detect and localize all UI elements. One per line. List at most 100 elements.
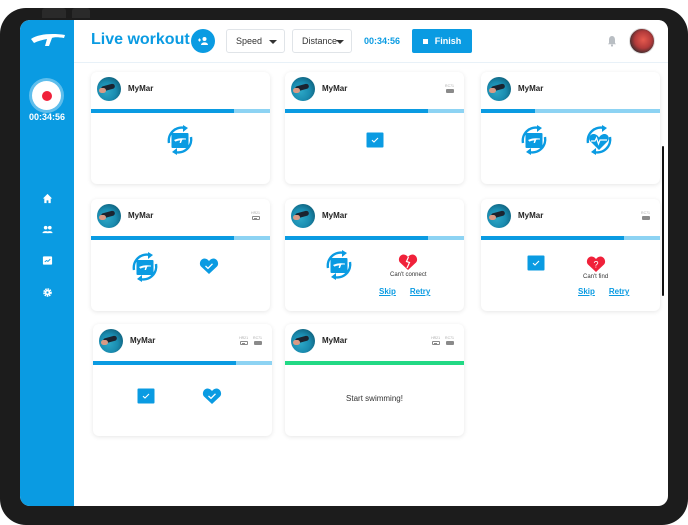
sidebar-item-workouts[interactable]: [39, 252, 55, 268]
device-battery: HR21: [251, 211, 260, 220]
card-header: MyMar HR21 RC71: [285, 324, 464, 357]
card-actions: Skip Retry: [379, 287, 430, 296]
card-body: [91, 113, 270, 184]
sidebar-item-settings[interactable]: [39, 284, 55, 300]
device-connected-icon: [527, 255, 545, 271]
device-label: HR21: [251, 211, 260, 215]
card-header: MyMar: [285, 199, 464, 232]
athlete-name: MyMar: [322, 211, 348, 220]
sync-device-icon: [326, 250, 352, 280]
device-button: [72, 8, 90, 18]
device-battery: HR21: [431, 336, 440, 345]
athlete-card[interactable]: MyMar: [481, 72, 660, 184]
sync-heart-status: [581, 123, 617, 159]
athlete-name: MyMar: [322, 336, 348, 345]
device-status-group: RC71: [641, 211, 650, 220]
card-body: Start swimming!: [285, 365, 464, 436]
device-label: RC71: [445, 84, 454, 88]
sync-heart-icon: [586, 125, 612, 155]
workout-timer: 00:34:56: [364, 36, 401, 46]
athlete-name: MyMar: [130, 336, 156, 345]
athlete-avatar: [291, 329, 315, 353]
device-connected-icon: [137, 388, 155, 404]
sync-device-icon: [167, 125, 193, 155]
device-status-group: HR21: [251, 211, 260, 220]
athlete-avatar: [97, 204, 121, 228]
card-body: [91, 240, 270, 311]
user-avatar[interactable]: [629, 28, 655, 54]
finish-button[interactable]: Finish: [412, 29, 472, 53]
sidebar-timer: 00:34:56: [28, 112, 66, 122]
device-battery: HR21: [239, 336, 248, 345]
device-connected-icon: [366, 132, 384, 148]
brand-logo-icon[interactable]: [28, 30, 68, 50]
athlete-card[interactable]: MyMar: [91, 72, 270, 184]
card-header: MyMar HR21 RC71: [93, 324, 272, 357]
stop-icon: [422, 38, 428, 44]
athlete-avatar: [291, 204, 315, 228]
athlete-card[interactable]: MyMar Can't connect Skip Retry: [285, 199, 464, 311]
heart-unknown-icon: ?: [586, 256, 605, 272]
heart-broken-status: Can't connect: [390, 253, 427, 278]
retry-link[interactable]: Retry: [410, 287, 430, 296]
card-header: MyMar RC71: [481, 199, 660, 232]
heart-connected-icon: [199, 258, 219, 274]
toolbar: Live workout Speed Distance 00:34:56 Fin…: [74, 20, 668, 63]
card-actions: Skip Retry: [578, 287, 629, 296]
sync-device-status: [162, 123, 198, 159]
device-status-group: HR21 RC71: [239, 336, 262, 345]
finish-label: Finish: [434, 36, 462, 46]
metric-select-speed[interactable]: Speed: [226, 29, 285, 53]
add-user-button[interactable]: [191, 29, 215, 53]
skip-link[interactable]: Skip: [578, 287, 595, 296]
chart-icon: [42, 255, 52, 265]
gear-icon: [42, 287, 52, 297]
sync-device-icon: [132, 252, 158, 282]
retry-link[interactable]: Retry: [609, 287, 629, 296]
device-status-group: HR21 RC71: [431, 336, 454, 345]
card-body: Can't connect Skip Retry: [285, 240, 464, 311]
app-screen: 00:34:56 Live workout Speed Distance 00:…: [20, 20, 668, 506]
svg-text:?: ?: [593, 260, 598, 270]
athlete-card[interactable]: MyMar RC71 ? Can't find Skip Retry: [481, 199, 660, 311]
sidebar-item-users[interactable]: [39, 221, 55, 237]
device-battery: RC71: [445, 336, 454, 345]
athlete-card[interactable]: MyMar HR21 RC71: [93, 324, 272, 436]
users-icon: [41, 225, 53, 233]
athlete-avatar: [97, 77, 121, 101]
record-button[interactable]: [32, 81, 61, 110]
device-label: HR21: [239, 336, 249, 340]
sync-device-icon: [521, 125, 547, 155]
card-header: MyMar: [481, 72, 660, 105]
metric-select-value: Distance: [302, 36, 338, 46]
metric-select-distance[interactable]: Distance: [292, 29, 352, 53]
athlete-grid: MyMar MyMar RC71 MyMar MyMar HR21 MyMar C…: [74, 64, 668, 506]
athlete-avatar: [291, 77, 315, 101]
device-label: HR21: [431, 336, 441, 340]
skip-link[interactable]: Skip: [379, 287, 396, 296]
device-button: [42, 8, 66, 18]
sync-device-status: [127, 250, 163, 286]
device-battery: RC71: [641, 211, 650, 220]
card-body: [93, 365, 272, 436]
athlete-avatar: [487, 204, 511, 228]
battery-icon: [239, 341, 248, 345]
battery-icon: [253, 341, 262, 345]
device-battery: RC71: [445, 84, 454, 93]
athlete-name: MyMar: [518, 211, 544, 220]
card-header: MyMar RC71: [285, 72, 464, 105]
heart-connected-status: [202, 387, 222, 405]
heart-broken-icon: [399, 254, 418, 270]
page-title: Live workout: [91, 31, 190, 48]
sidebar-item-home[interactable]: [39, 190, 55, 206]
athlete-card[interactable]: MyMar RC71: [285, 72, 464, 184]
scrollbar[interactable]: [662, 146, 664, 296]
athlete-name: MyMar: [518, 84, 544, 93]
athlete-name: MyMar: [322, 84, 348, 93]
athlete-card[interactable]: MyMar HR21: [91, 199, 270, 311]
bell-icon[interactable]: [606, 35, 618, 47]
device-battery: RC71: [253, 336, 262, 345]
heart-unknown-status: ? Can't find: [583, 255, 608, 280]
athlete-card[interactable]: MyMar HR21 RC71 Start swimming!: [285, 324, 464, 436]
caret-down-icon: [336, 40, 344, 44]
